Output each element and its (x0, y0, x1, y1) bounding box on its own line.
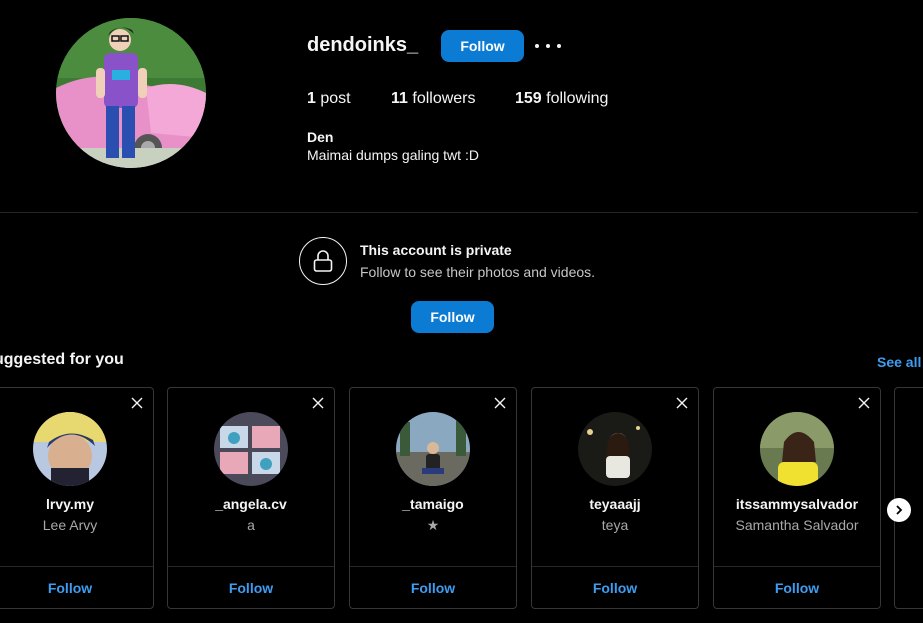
card-divider (532, 566, 698, 567)
suggestion-avatar[interactable] (760, 412, 834, 486)
suggestion-avatar[interactable] (396, 412, 470, 486)
suggestion-fullname: Samantha Salvador (735, 517, 859, 533)
bio-text: Maimai dumps galing twt :D (307, 147, 479, 163)
profile-username: dendoinks_ (307, 34, 419, 56)
follow-button[interactable]: Follow (441, 30, 524, 62)
suggestion-username[interactable]: lrvy.my (0, 496, 153, 512)
profile-page: dendoinks_ Follow 1 post 11 followers 15… (0, 0, 923, 623)
suggestion-fullname: a (247, 517, 255, 533)
close-icon[interactable] (857, 396, 871, 410)
private-follow-button[interactable]: Follow (411, 301, 494, 333)
section-divider (0, 212, 918, 213)
suggested-title: uggested for you (0, 351, 124, 368)
suggestion-card[interactable]: teyaaajj teya Follow (531, 387, 699, 609)
bio-name: Den (307, 129, 334, 145)
lock-icon (299, 237, 347, 285)
profile-avatar-illustration (56, 18, 206, 168)
suggestion-fullname: teya (601, 517, 629, 533)
suggestion-avatar[interactable] (214, 412, 288, 486)
card-divider (350, 566, 516, 567)
suggestion-card[interactable]: _angela.cv a Follow (167, 387, 335, 609)
suggestion-follow-button[interactable]: Follow (0, 580, 153, 596)
suggestion-username[interactable]: itssammysalvador (714, 496, 880, 512)
suggestion-follow-button[interactable]: Follow (168, 580, 334, 596)
profile-avatar[interactable] (56, 18, 206, 168)
suggestion-avatar[interactable] (33, 412, 107, 486)
suggestion-card[interactable]: lrvy.my Lee Arvy Follow (0, 387, 154, 609)
suggestion-fullname: ★ (426, 517, 440, 533)
suggestion-avatar[interactable] (578, 412, 652, 486)
suggestion-follow-button[interactable]: Follow (714, 580, 880, 596)
stat-following[interactable]: 159 following (515, 90, 608, 108)
suggestion-follow-button[interactable]: Follow (350, 580, 516, 596)
private-title: This account is private (360, 242, 512, 258)
card-divider (0, 566, 153, 567)
stat-followers[interactable]: 11 followers (391, 90, 476, 108)
suggestion-follow-button[interactable]: Follow (532, 580, 698, 596)
suggestion-card[interactable]: itssammysalvador Samantha Salvador Follo… (713, 387, 881, 609)
suggestion-card[interactable]: _tamaigo ★ Follow (349, 387, 517, 609)
more-options-icon[interactable] (535, 36, 561, 56)
card-divider (168, 566, 334, 567)
suggestion-username[interactable]: _tamaigo (350, 496, 516, 512)
suggestion-fullname: Lee Arvy (42, 517, 98, 533)
suggestion-username[interactable]: _angela.cv (168, 496, 334, 512)
close-icon[interactable] (130, 396, 144, 410)
suggestion-username[interactable]: teyaaajj (532, 496, 698, 512)
close-icon[interactable] (311, 396, 325, 410)
private-subtitle: Follow to see their photos and videos. (360, 264, 596, 280)
chevron-right-icon[interactable] (887, 498, 911, 522)
card-divider (714, 566, 880, 567)
stat-posts[interactable]: 1 post (307, 90, 351, 108)
see-all-link[interactable]: See all (877, 354, 921, 370)
close-icon[interactable] (493, 396, 507, 410)
close-icon[interactable] (675, 396, 689, 410)
